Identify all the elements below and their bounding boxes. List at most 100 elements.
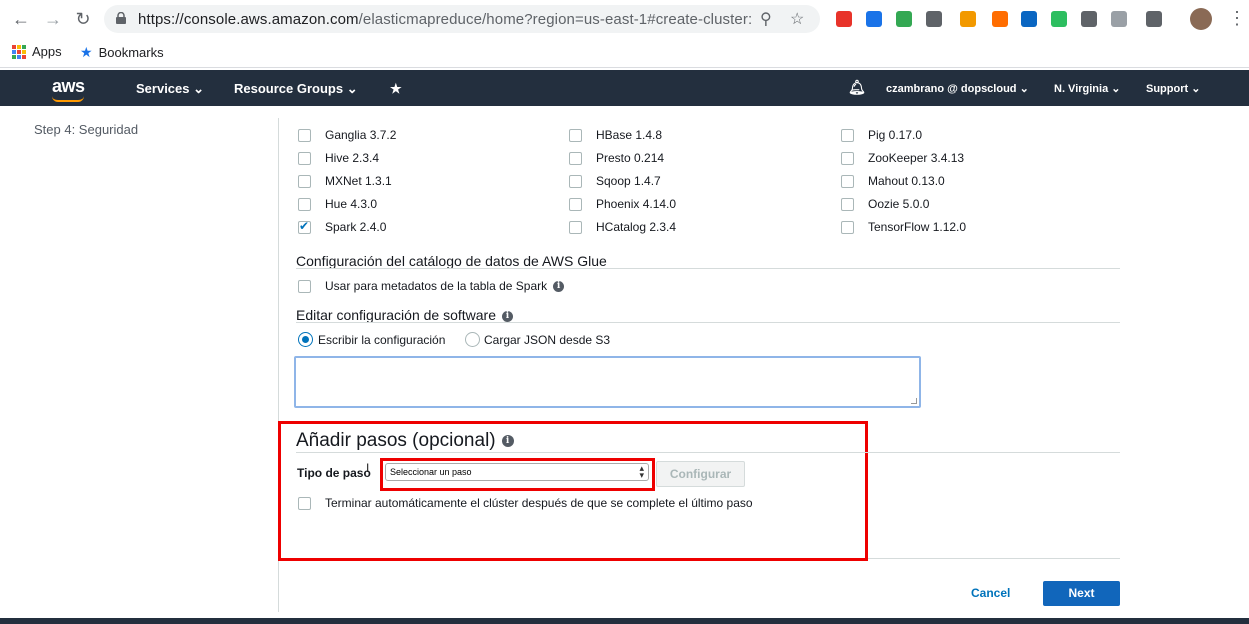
- write-config-label: Escribir la configuración: [318, 333, 446, 347]
- extension-icon[interactable]: [836, 11, 852, 27]
- region-menu[interactable]: N. Virginia ⌄: [1054, 82, 1120, 95]
- extension-icon[interactable]: [1111, 11, 1127, 27]
- menu-icon[interactable]: ⋮: [1228, 8, 1246, 29]
- forward-icon[interactable]: →: [42, 8, 64, 30]
- application-checkbox[interactable]: [569, 221, 582, 234]
- url-text: https://console.aws.amazon.com/elasticma…: [138, 11, 753, 28]
- application-label: Ganglia 3.7.2: [325, 128, 397, 142]
- text-cursor-icon: I: [366, 461, 370, 475]
- glue-spark-checkbox[interactable]: [298, 280, 311, 293]
- support-label: Support: [1146, 83, 1189, 95]
- configure-button[interactable]: Configurar: [656, 461, 745, 487]
- application-checkbox[interactable]: [841, 129, 854, 142]
- bookmarks-bar: Apps ★ Bookmarks: [0, 38, 1249, 68]
- application-checkbox[interactable]: [298, 219, 311, 234]
- bookmark-apps-label: Apps: [32, 44, 62, 59]
- software-config-title: Editar configuración de software i: [296, 307, 513, 323]
- next-button[interactable]: Next: [1043, 581, 1120, 606]
- star-icon[interactable]: ☆: [790, 9, 804, 29]
- auto-terminate-checkbox[interactable]: [298, 497, 311, 510]
- application-label: Phoenix 4.14.0: [596, 197, 677, 211]
- application-label: Pig 0.17.0: [868, 128, 923, 142]
- application-label: HCatalog 2.3.4: [596, 220, 677, 234]
- reload-icon[interactable]: ↻: [72, 8, 94, 30]
- application-checkbox[interactable]: [841, 198, 854, 211]
- extension-icon[interactable]: [1021, 11, 1037, 27]
- bottom-bar: [0, 618, 1249, 624]
- lock-icon: [116, 12, 126, 24]
- software-config-textarea[interactable]: [294, 356, 921, 408]
- glue-spark-label: Usar para metadatos de la tabla de Spark…: [325, 279, 565, 293]
- application-checkbox[interactable]: [298, 129, 311, 142]
- bookmark-apps[interactable]: Apps: [12, 44, 62, 59]
- application-label: Sqoop 1.4.7: [596, 174, 661, 188]
- pin-icon[interactable]: ★: [390, 81, 402, 97]
- resize-handle[interactable]: [911, 398, 917, 404]
- application-label: Spark 2.4.0: [325, 220, 387, 234]
- back-icon[interactable]: ←: [10, 8, 32, 30]
- sidebar-step-security[interactable]: Step 4: Seguridad: [34, 122, 138, 137]
- step-type-select-value: Seleccionar un paso: [390, 467, 472, 477]
- region-label: N. Virginia: [1054, 83, 1109, 95]
- services-label: Services: [136, 81, 190, 96]
- aws-logo-smile: [52, 96, 84, 102]
- application-label: MXNet 1.3.1: [325, 174, 392, 188]
- resource-groups-label: Resource Groups: [234, 81, 344, 96]
- cancel-button[interactable]: Cancel: [971, 586, 1010, 600]
- extension-icon[interactable]: [960, 11, 976, 27]
- info-icon[interactable]: i: [502, 310, 513, 322]
- zoom-icon[interactable]: ⚲: [760, 9, 772, 29]
- chevron-down-icon: ⌄: [193, 81, 205, 96]
- divider: [296, 268, 1120, 269]
- application-label: Mahout 0.13.0: [868, 174, 945, 188]
- glue-section-title: Configuración del catálogo de datos de A…: [296, 253, 607, 269]
- info-icon[interactable]: i: [501, 434, 514, 447]
- steps-title: Añadir pasos (opcional) i: [296, 430, 514, 452]
- application-checkbox[interactable]: [569, 175, 582, 188]
- account-menu[interactable]: czambrano @ dopscloud ⌄: [886, 82, 1029, 95]
- extension-icon[interactable]: [1081, 11, 1097, 27]
- aws-navbar: aws Services ⌄ Resource Groups ⌄ ★ 🔔︎ cz…: [0, 70, 1249, 106]
- extension-icon[interactable]: [1146, 11, 1162, 27]
- load-json-radio[interactable]: [465, 332, 480, 347]
- extension-icon[interactable]: [1051, 11, 1067, 27]
- application-checkbox[interactable]: [298, 152, 311, 165]
- bell-icon[interactable]: 🔔︎: [848, 79, 866, 96]
- application-label: Hive 2.3.4: [325, 151, 380, 165]
- application-checkbox[interactable]: [298, 198, 311, 211]
- support-menu[interactable]: Support ⌄: [1146, 82, 1200, 95]
- resource-groups-menu[interactable]: Resource Groups ⌄: [234, 81, 358, 97]
- address-bar[interactable]: https://console.aws.amazon.com/elasticma…: [104, 5, 820, 33]
- application-checkbox[interactable]: [569, 129, 582, 142]
- application-label: HBase 1.4.8: [596, 128, 663, 142]
- application-checkbox[interactable]: [298, 175, 311, 188]
- application-label: TensorFlow 1.12.0: [868, 220, 967, 234]
- application-checkbox[interactable]: [569, 198, 582, 211]
- application-checkbox[interactable]: [841, 175, 854, 188]
- application-checkbox[interactable]: [841, 152, 854, 165]
- application-label: Oozie 5.0.0: [868, 197, 930, 211]
- extension-icon[interactable]: [896, 11, 912, 27]
- divider: [868, 558, 1120, 559]
- divider: [296, 452, 1120, 453]
- application-label: Presto 0.214: [596, 151, 665, 165]
- bookmark-bookmarks[interactable]: ★ Bookmarks: [80, 44, 164, 61]
- account-label: czambrano @ dopscloud: [886, 83, 1017, 95]
- aws-logo[interactable]: aws: [52, 76, 85, 97]
- extension-icon[interactable]: [866, 11, 882, 27]
- apps-grid-icon: [12, 44, 26, 59]
- browser-toolbar: ← → ↻ https://console.aws.amazon.com/ela…: [0, 0, 1249, 38]
- extension-icon[interactable]: [992, 11, 1008, 27]
- profile-avatar[interactable]: [1190, 8, 1212, 30]
- chevron-down-icon: ⌄: [346, 81, 358, 96]
- step-type-select[interactable]: Seleccionar un paso ▴ ▾: [385, 463, 649, 481]
- auto-terminate-label: Terminar automáticamente el clúster desp…: [325, 496, 753, 510]
- extension-icon[interactable]: [926, 11, 942, 27]
- application-checkbox[interactable]: [569, 152, 582, 165]
- application-checkbox[interactable]: [841, 221, 854, 234]
- services-menu[interactable]: Services ⌄: [136, 81, 204, 97]
- write-config-radio[interactable]: [298, 332, 313, 347]
- info-icon[interactable]: i: [553, 281, 565, 293]
- select-arrows-icon: ▴ ▾: [639, 463, 644, 480]
- divider: [296, 322, 1120, 323]
